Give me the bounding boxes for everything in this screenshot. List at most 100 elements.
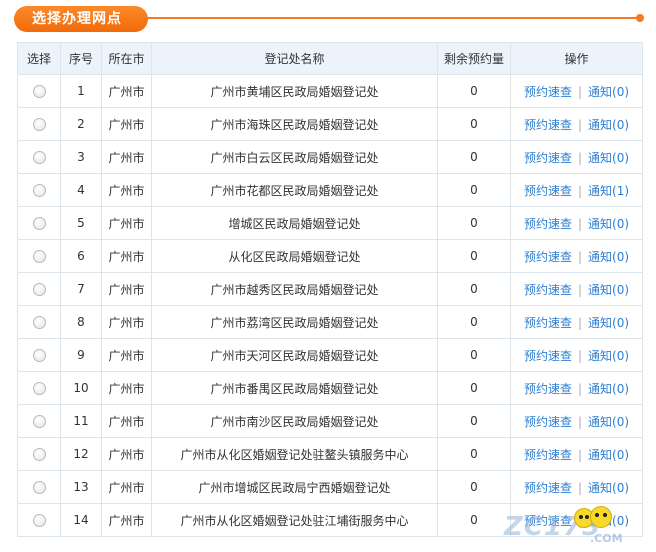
select-radio[interactable] [32,481,46,494]
quick-check-link[interactable]: 预约速查 [524,118,572,132]
row-city: 广州市 [101,173,152,207]
row-remaining: 0 [437,371,511,405]
select-radio[interactable] [32,382,46,395]
row-city: 广州市 [101,503,152,537]
select-cell [17,107,61,141]
row-office-name: 广州市越秀区民政局婚姻登记处 [151,272,438,306]
row-number: 12 [60,437,102,471]
quick-check-link[interactable]: 预约速查 [524,514,572,528]
notice-link[interactable]: 通知(0) [588,151,629,165]
row-remaining: 0 [437,272,511,306]
row-remaining: 0 [437,206,511,240]
quick-check-link[interactable]: 预约速查 [524,448,572,462]
row-actions: 预约速查 | 通知(0) [510,305,643,339]
notice-link[interactable]: 通知(0) [588,481,629,495]
row-number: 13 [60,470,102,504]
notice-link[interactable]: 通知(1) [588,184,629,198]
quick-check-link[interactable]: 预约速查 [524,250,572,264]
office-table: 选择 序号 所在市 登记处名称 剩余预约量 操作 1 广州市 广州市黄埔区民政局婚姻… [17,42,643,537]
select-radio[interactable] [32,448,46,461]
row-office-name: 增城区民政局婚姻登记处 [151,206,438,240]
notice-link[interactable]: 通知(0) [588,250,629,264]
row-remaining: 0 [437,338,511,372]
row-actions: 预约速查 | 通知(1) [510,173,643,207]
quick-check-link[interactable]: 预约速查 [524,382,572,396]
notice-link[interactable]: 通知(0) [588,514,629,528]
row-actions: 预约速查 | 通知(0) [510,338,643,372]
row-office-name: 广州市白云区民政局婚姻登记处 [151,140,438,174]
row-number: 1 [60,74,102,108]
row-number: 3 [60,140,102,174]
table-row: 10 广州市 广州市番禺区民政局婚姻登记处 0 预约速查 | 通知(0) [17,371,643,405]
column-header-remaining: 剩余预约量 [437,42,511,75]
column-header-city: 所在市 [101,42,152,75]
row-city: 广州市 [101,404,152,438]
row-number: 10 [60,371,102,405]
row-city: 广州市 [101,206,152,240]
quick-check-link[interactable]: 预约速查 [524,283,572,297]
notice-link[interactable]: 通知(0) [588,349,629,363]
quick-check-link[interactable]: 预约速查 [524,481,572,495]
select-radio[interactable] [32,415,46,428]
select-radio[interactable] [32,349,46,362]
row-remaining: 0 [437,404,511,438]
select-radio[interactable] [32,514,46,527]
notice-link[interactable]: 通知(0) [588,217,629,231]
row-number: 11 [60,404,102,438]
row-actions: 预约速查 | 通知(0) [510,371,643,405]
row-actions: 预约速查 | 通知(0) [510,404,643,438]
row-number: 4 [60,173,102,207]
table-row: 3 广州市 广州市白云区民政局婚姻登记处 0 预约速查 | 通知(0) [17,140,643,174]
row-actions: 预约速查 | 通知(0) [510,272,643,306]
quick-check-link[interactable]: 预约速查 [524,316,572,330]
action-separator: | [577,480,583,495]
action-separator: | [577,117,583,132]
table-row: 12 广州市 广州市从化区婚姻登记处驻鳌头镇服务中心 0 预约速查 | 通知(0) [17,437,643,471]
notice-link[interactable]: 通知(0) [588,283,629,297]
quick-check-link[interactable]: 预约速查 [524,217,572,231]
select-cell [17,437,61,471]
table-row: 14 广州市 广州市从化区婚姻登记处驻江埔街服务中心 0 预约速查 | 通知(0) [17,503,643,537]
quick-check-link[interactable]: 预约速查 [524,184,572,198]
select-radio[interactable] [32,316,46,329]
table-row: 5 广州市 增城区民政局婚姻登记处 0 预约速查 | 通知(0) [17,206,643,240]
select-radio[interactable] [32,85,46,98]
select-radio[interactable] [32,283,46,296]
quick-check-link[interactable]: 预约速查 [524,349,572,363]
action-separator: | [577,414,583,429]
notice-link[interactable]: 通知(0) [588,382,629,396]
row-actions: 预约速查 | 通知(0) [510,140,643,174]
row-city: 广州市 [101,338,152,372]
row-number: 9 [60,338,102,372]
row-city: 广州市 [101,272,152,306]
notice-link[interactable]: 通知(0) [588,118,629,132]
quick-check-link[interactable]: 预约速查 [524,415,572,429]
select-radio[interactable] [32,118,46,131]
header-divider-line [144,17,638,19]
select-cell [17,338,61,372]
row-office-name: 广州市花都区民政局婚姻登记处 [151,173,438,207]
row-actions: 预约速查 | 通知(0) [510,437,643,471]
notice-link[interactable]: 通知(0) [588,85,629,99]
row-city: 广州市 [101,437,152,471]
column-header-office-name: 登记处名称 [151,42,438,75]
row-number: 7 [60,272,102,306]
notice-link[interactable]: 通知(0) [588,316,629,330]
table-row: 13 广州市 广州市增城区民政局宁西婚姻登记处 0 预约速查 | 通知(0) [17,470,643,504]
select-radio[interactable] [32,151,46,164]
table-row: 1 广州市 广州市黄埔区民政局婚姻登记处 0 预约速查 | 通知(0) [17,74,643,108]
select-cell [17,239,61,273]
select-radio[interactable] [32,184,46,197]
action-separator: | [577,447,583,462]
select-radio[interactable] [32,217,46,230]
notice-link[interactable]: 通知(0) [588,415,629,429]
quick-check-link[interactable]: 预约速查 [524,151,572,165]
notice-link[interactable]: 通知(0) [588,448,629,462]
select-radio[interactable] [32,250,46,263]
action-separator: | [577,381,583,396]
row-remaining: 0 [437,503,511,537]
quick-check-link[interactable]: 预约速查 [524,85,572,99]
row-office-name: 广州市海珠区民政局婚姻登记处 [151,107,438,141]
action-separator: | [577,216,583,231]
row-number: 5 [60,206,102,240]
